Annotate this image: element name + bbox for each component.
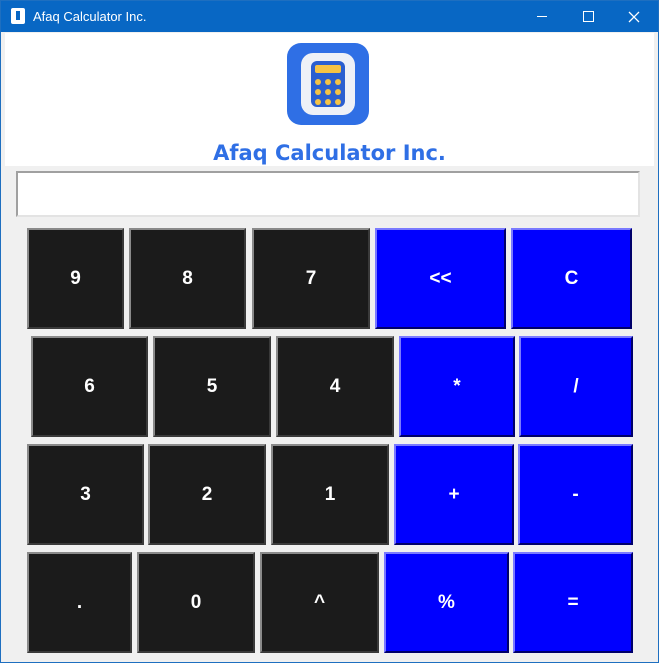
calculator-logo-icon	[287, 43, 369, 125]
title-bar[interactable]: Afaq Calculator Inc.	[1, 1, 658, 32]
key-7[interactable]: 7	[252, 228, 370, 329]
percent-button[interactable]: %	[384, 552, 509, 653]
subtract-button[interactable]: -	[518, 444, 633, 545]
key-2[interactable]: 2	[148, 444, 266, 545]
key-0[interactable]: 0	[137, 552, 255, 653]
clear-button[interactable]: C	[511, 228, 632, 329]
result-display[interactable]	[16, 171, 640, 217]
key-8[interactable]: 8	[129, 228, 246, 329]
maximize-icon	[582, 11, 594, 22]
key-5[interactable]: 5	[153, 336, 271, 437]
key-3[interactable]: 3	[27, 444, 144, 545]
app-icon	[11, 8, 25, 24]
add-button[interactable]: +	[394, 444, 514, 545]
equals-button[interactable]: =	[513, 552, 633, 653]
minimize-icon	[537, 16, 547, 17]
decimal-button[interactable]: .	[27, 552, 132, 653]
brand-title: Afaq Calculator Inc.	[213, 141, 446, 165]
close-icon	[628, 11, 640, 22]
key-1[interactable]: 1	[271, 444, 389, 545]
key-9[interactable]: 9	[27, 228, 124, 329]
multiply-button[interactable]: *	[399, 336, 515, 437]
backspace-button[interactable]: <<	[375, 228, 506, 329]
minimize-button[interactable]	[519, 1, 565, 32]
key-4[interactable]: 4	[276, 336, 394, 437]
close-button[interactable]	[611, 1, 657, 32]
key-6[interactable]: 6	[31, 336, 148, 437]
power-button[interactable]: ^	[260, 552, 379, 653]
window-title: Afaq Calculator Inc.	[33, 9, 147, 24]
maximize-button[interactable]	[565, 1, 611, 32]
calculator-window: Afaq Calculator Inc. Afaq Calculator Inc…	[0, 0, 659, 663]
app-header: Afaq Calculator Inc.	[5, 33, 654, 166]
divide-button[interactable]: /	[519, 336, 633, 437]
